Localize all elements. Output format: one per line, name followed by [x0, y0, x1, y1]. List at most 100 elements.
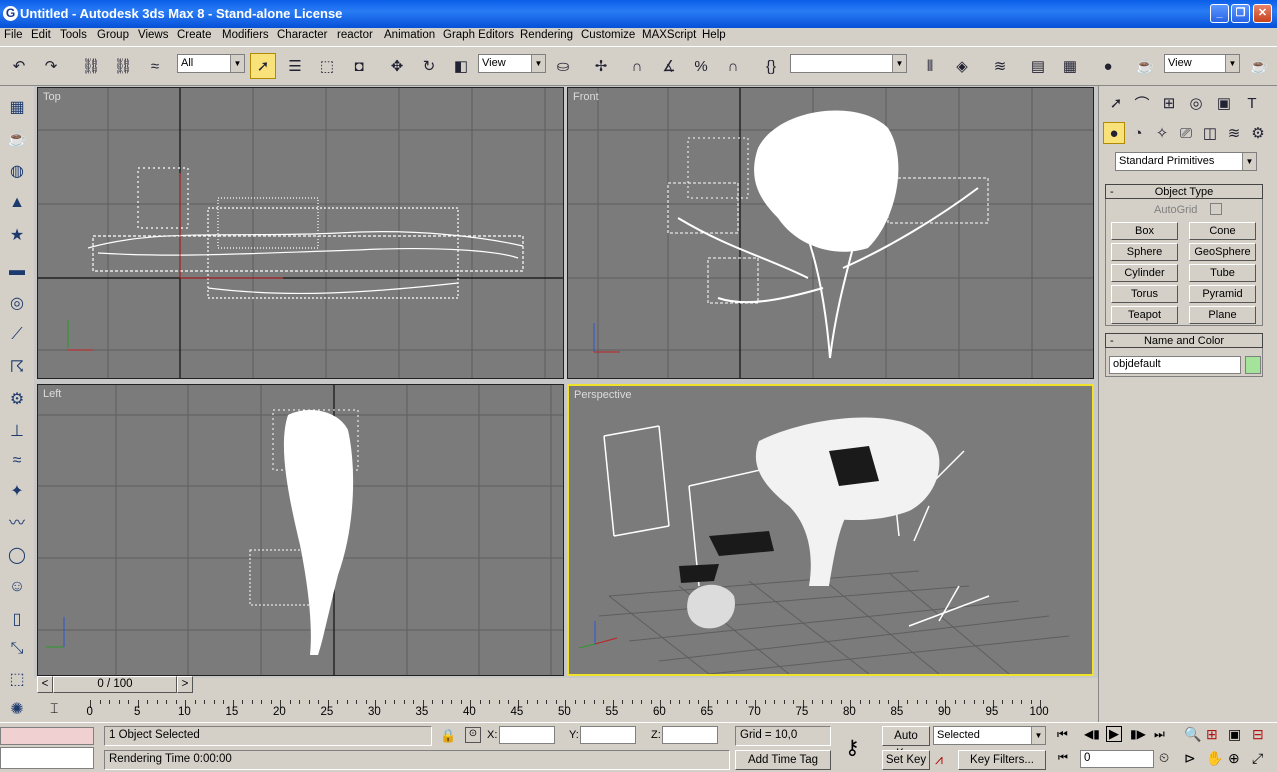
- shapes-icon[interactable]: ◔: [1127, 122, 1149, 144]
- menu-maxscript[interactable]: MAXScript: [642, 29, 696, 41]
- redo-icon[interactable]: ↷: [38, 53, 64, 79]
- material-editor-icon[interactable]: ●: [1095, 53, 1121, 79]
- helpers-icon[interactable]: ◫: [1199, 122, 1221, 144]
- geosphere-button[interactable]: GeoSphere: [1189, 243, 1256, 261]
- viewport-label-perspective[interactable]: Perspective: [574, 389, 631, 401]
- render-view-dropdown[interactable]: View ▼: [1164, 54, 1240, 73]
- menu-character[interactable]: Character: [277, 29, 328, 41]
- display-tab-icon[interactable]: ▣: [1211, 90, 1237, 116]
- viewport-front[interactable]: Front: [567, 87, 1094, 379]
- bone-icon[interactable]: ⟋: [4, 322, 30, 348]
- angle-snap-icon[interactable]: ∡: [656, 53, 682, 79]
- absolute-mode-icon[interactable]: ⊙: [465, 727, 481, 743]
- helper-icon[interactable]: ⊥: [4, 418, 30, 444]
- hierarchy-tab-icon[interactable]: ⊞: [1156, 90, 1182, 116]
- geometry-icon[interactable]: ●: [1103, 122, 1125, 144]
- window-crossing-icon[interactable]: ◘: [346, 53, 372, 79]
- time-slider-thumb[interactable]: 0 / 100: [53, 676, 177, 693]
- pyramid-button[interactable]: Pyramid: [1189, 285, 1256, 303]
- modify-tab-icon[interactable]: ⌒: [1129, 90, 1155, 116]
- z-coordinate-field[interactable]: [662, 726, 718, 744]
- teapot-icon[interactable]: ☕: [4, 126, 30, 152]
- lock-selection-icon[interactable]: 🔒: [440, 728, 456, 744]
- zoom-all-icon[interactable]: ⊞: [1206, 726, 1218, 743]
- torus-icon[interactable]: ◯: [4, 542, 30, 568]
- menu-graph-editors[interactable]: Graph Editors: [443, 29, 514, 41]
- rectangular-selection-icon[interactable]: ⬚: [314, 53, 340, 79]
- field-of-view-icon[interactable]: ⊳: [1184, 750, 1196, 767]
- viewport-label-front[interactable]: Front: [573, 91, 599, 103]
- percent-snap-icon[interactable]: %: [688, 53, 714, 79]
- restore-button[interactable]: ❐: [1231, 4, 1250, 23]
- name-and-color-header[interactable]: - Name and Color: [1105, 333, 1263, 348]
- default-tangent-icon[interactable]: ⩘: [935, 751, 943, 768]
- edit-named-selection-icon[interactable]: {}: [758, 53, 784, 79]
- 3dsmax-icon[interactable]: G: [3, 6, 18, 21]
- sphere-button[interactable]: Sphere: [1111, 243, 1178, 261]
- reference-coordinate-dropdown[interactable]: View ▼: [478, 54, 546, 73]
- object-name-field[interactable]: objdefault: [1109, 356, 1241, 374]
- selection-filter-dropdown[interactable]: All ▼: [177, 54, 245, 73]
- menu-views[interactable]: Views: [138, 29, 168, 41]
- cone-icon[interactable]: ▲: [4, 190, 30, 216]
- menu-file[interactable]: File: [4, 29, 23, 41]
- align-icon[interactable]: ◈: [949, 53, 975, 79]
- create-tab-icon[interactable]: ➚: [1103, 90, 1129, 116]
- menu-rendering[interactable]: Rendering: [520, 29, 573, 41]
- track-bar[interactable]: ⌶ 0 5 10 15 20 25 30 35 40 45 50 55 60 65 70 75 80 85 90 95…: [34, 694, 1098, 722]
- viewport-label-left[interactable]: Left: [43, 388, 61, 400]
- menu-group[interactable]: Group: [97, 29, 129, 41]
- x-coordinate-field[interactable]: [499, 726, 555, 744]
- door-icon[interactable]: ▯: [4, 606, 30, 632]
- render-scene-icon[interactable]: ☕: [1132, 53, 1158, 79]
- pivot-center-icon[interactable]: ⛀: [550, 53, 576, 79]
- menu-modifiers[interactable]: Modifiers: [222, 29, 269, 41]
- autogrid-checkbox[interactable]: [1210, 203, 1222, 215]
- container-icon[interactable]: ▦: [4, 94, 30, 120]
- lights-icon[interactable]: ✧: [1151, 122, 1173, 144]
- quick-render-icon[interactable]: ☕: [1246, 53, 1272, 79]
- viewport-perspective[interactable]: Perspective: [567, 384, 1094, 676]
- plane-button[interactable]: Plane: [1189, 306, 1256, 324]
- cameras-icon[interactable]: ⎚: [1175, 122, 1197, 144]
- maximize-viewport-icon[interactable]: ⤢: [1252, 750, 1263, 767]
- object-color-swatch[interactable]: [1245, 356, 1261, 374]
- footstep-icon[interactable]: ⬚: [4, 666, 30, 692]
- viewport-top[interactable]: Top: [37, 87, 564, 379]
- set-key-button[interactable]: Set Key: [882, 750, 930, 770]
- select-and-scale-icon[interactable]: ◧: [448, 53, 474, 79]
- spinner-snap-icon[interactable]: ∩: [720, 53, 746, 79]
- auto-key-button[interactable]: Auto Key: [882, 726, 930, 760]
- key-icon[interactable]: ⚷: [845, 735, 860, 760]
- go-to-end-icon[interactable]: ⏭: [1154, 727, 1165, 742]
- close-button[interactable]: ✕: [1253, 4, 1272, 23]
- wave-icon[interactable]: 〰: [4, 508, 30, 534]
- named-selection-dropdown[interactable]: ▼: [790, 54, 907, 73]
- zoom-extents-icon[interactable]: ▣: [1228, 726, 1241, 743]
- menu-help[interactable]: Help: [702, 29, 726, 41]
- manipulate-icon[interactable]: ✢: [588, 53, 614, 79]
- cloth-icon[interactable]: ✦: [4, 478, 30, 504]
- bind-space-warp-icon[interactable]: ≈: [142, 53, 168, 79]
- add-time-tag-button[interactable]: Add Time Tag: [735, 750, 831, 770]
- tube-button[interactable]: Tube: [1189, 264, 1256, 282]
- go-to-start-icon[interactable]: ⏮: [1057, 727, 1068, 742]
- star-icon[interactable]: ★: [4, 222, 30, 248]
- menu-edit[interactable]: Edit: [31, 29, 51, 41]
- maxscript-input-mini[interactable]: [0, 747, 94, 769]
- teapot-button[interactable]: Teapot: [1111, 306, 1178, 324]
- space-warps-icon[interactable]: ≋: [1223, 122, 1245, 144]
- arc-rotate-icon[interactable]: ⊕: [1228, 750, 1240, 767]
- sphere-icon[interactable]: ◍: [4, 158, 30, 184]
- reactor-icon[interactable]: ✺: [4, 696, 30, 722]
- pan-icon[interactable]: ✋: [1206, 750, 1223, 767]
- snap-toggle-icon[interactable]: ∩: [624, 53, 650, 79]
- play-icon[interactable]: ▶: [1106, 726, 1122, 742]
- time-configuration-icon[interactable]: ⏲: [1159, 750, 1169, 766]
- zoom-extents-all-icon[interactable]: ⊟: [1252, 726, 1264, 743]
- ik-chain-icon[interactable]: ⤡: [4, 636, 30, 662]
- maxscript-listener-mini[interactable]: [0, 727, 94, 745]
- box-button[interactable]: Box: [1111, 222, 1178, 240]
- biped-icon[interactable]: ☺: [4, 574, 30, 600]
- key-mode-dropdown[interactable]: Selected ▼: [933, 726, 1046, 745]
